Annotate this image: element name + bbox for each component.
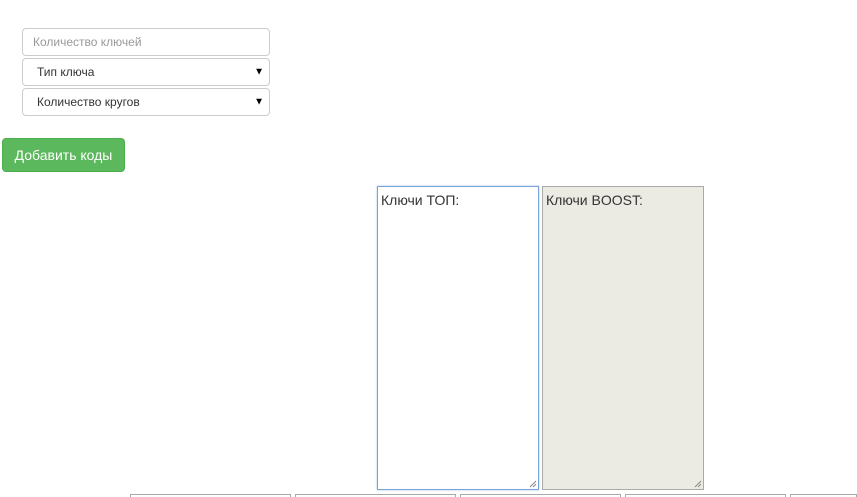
key-type-select[interactable]: Тип ключа ▼ xyxy=(22,58,270,86)
boost-keys-textarea: Ключи BOOST: xyxy=(542,186,704,490)
rounds-count-selected-value: Количество кругов xyxy=(37,95,140,109)
page: Количество ключей Тип ключа ▼ Количество… xyxy=(0,0,857,497)
boost-keys-text: Ключи BOOST: xyxy=(546,192,643,208)
dropdown-arrow-icon: ▼ xyxy=(254,66,264,78)
resize-grip-icon[interactable] xyxy=(694,480,702,488)
rounds-count-select[interactable]: Количество кругов ▼ xyxy=(22,88,270,116)
dropdown-arrow-icon: ▼ xyxy=(254,96,264,108)
top-keys-text: Ключи ТОП: xyxy=(381,192,460,208)
keys-count-input[interactable]: Количество ключей xyxy=(22,28,270,56)
resize-grip-icon[interactable] xyxy=(529,480,537,488)
keys-count-placeholder: Количество ключей xyxy=(33,35,142,49)
add-codes-button[interactable]: Добавить коды xyxy=(2,138,125,172)
key-type-selected-value: Тип ключа xyxy=(37,65,95,79)
top-keys-textarea[interactable]: Ключи ТОП: xyxy=(377,186,539,490)
